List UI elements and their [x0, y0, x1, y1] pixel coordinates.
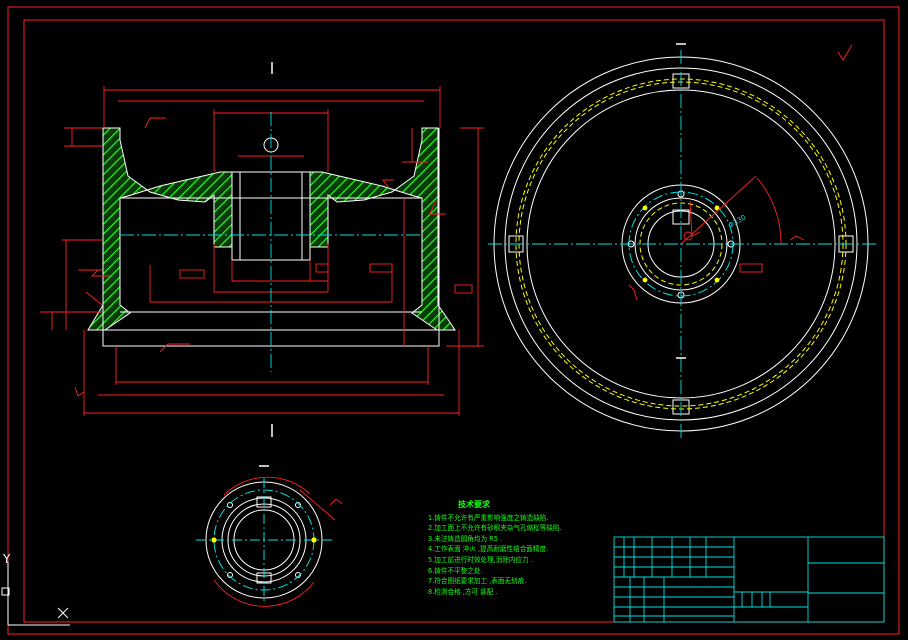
note-line-5: 5.加工前进行时效处理,消除内应力 . [428, 555, 533, 564]
title-block [613, 536, 885, 623]
note-line-2: 2.加工面上不允许有砂眼夹杂气孔缩松等缺陷. [428, 524, 562, 533]
plan-centerlines [488, 50, 876, 438]
technical-notes: 技术要求 1.铸件不允许有严重影响强度之铸造缺陷. 2.加工面上不允许有砂眼夹杂… [428, 500, 608, 597]
note-line-4: 4.工作表面 淬火 ,提高耐磨性结合面精度. [428, 545, 549, 554]
front-section-view [40, 62, 484, 437]
hatched-section [87, 127, 456, 331]
note-line-7: 7.符合图纸要求加工 ,表面无划痕. [428, 577, 527, 586]
notes-title: 技术要求 [458, 500, 490, 509]
note-line-6: 6.铸件不平整之处. [428, 566, 483, 575]
plan-view-small [196, 465, 343, 607]
ucs-icon [1, 562, 70, 626]
note-line-1: 1.铸件不允许有严重影响强度之铸造缺陷. [428, 513, 549, 522]
front-centerlines [120, 112, 422, 372]
note-line-3: 3.未注铸造圆角均为 R5 . [428, 534, 503, 543]
ucs-y-label: Y [2, 552, 11, 566]
plan-view-large: Φ330 [488, 43, 876, 438]
note-line-8: 8.检测合格 ,方可 装配 . [428, 587, 498, 596]
